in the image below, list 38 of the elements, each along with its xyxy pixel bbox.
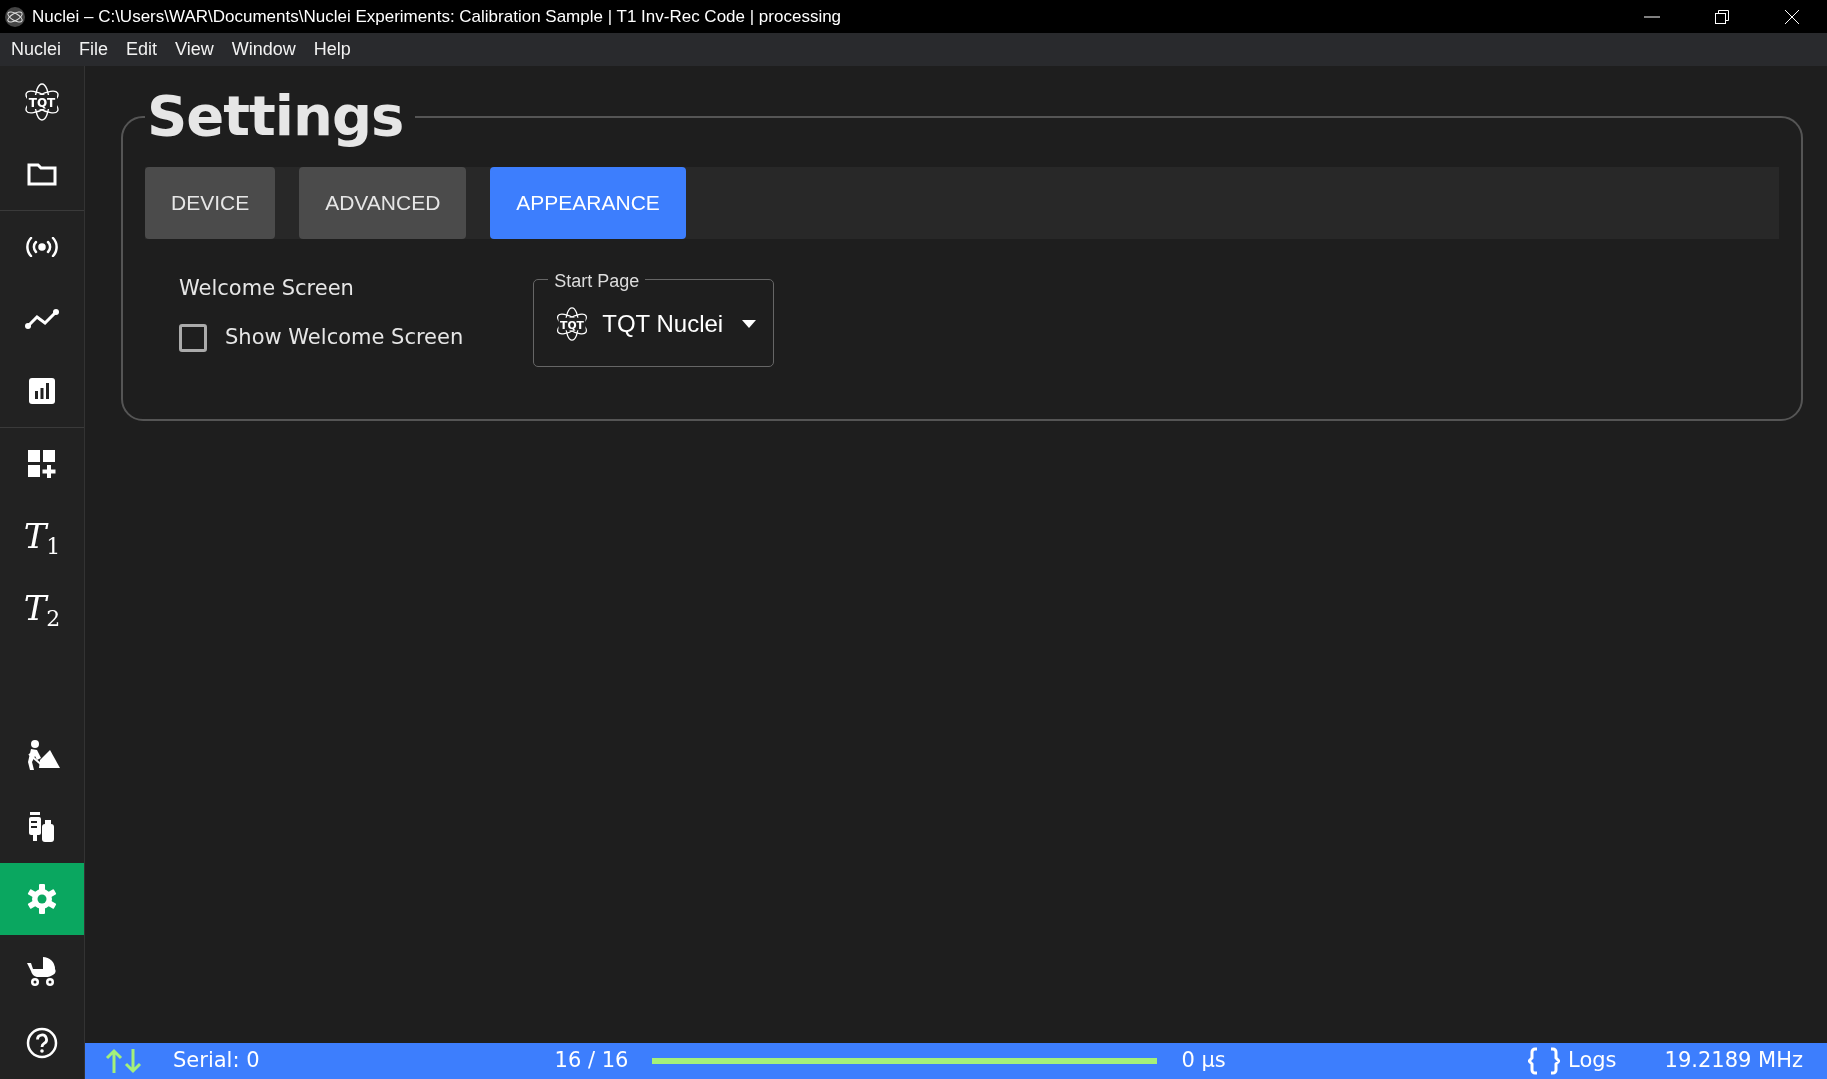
menu-item[interactable]: Edit xyxy=(117,34,167,65)
menu-item[interactable]: Nuclei xyxy=(2,34,71,65)
signal-icon xyxy=(26,237,58,257)
tab[interactable]: APPEARANCE xyxy=(490,166,686,239)
stroller-icon xyxy=(25,955,59,987)
bar-chart-icon xyxy=(28,377,56,405)
minimize-icon xyxy=(1644,15,1660,18)
menu-item[interactable]: Help xyxy=(304,34,360,65)
checkbox-label: Show Welcome Screen xyxy=(225,324,464,352)
section-heading: Welcome Screen xyxy=(179,274,355,302)
serial-status: Serial: 0 xyxy=(173,1047,260,1075)
braces-icon xyxy=(1528,1047,1561,1075)
menu-item[interactable]: Window xyxy=(222,34,305,65)
frequency-reading: 19.2189 MHz xyxy=(1664,1047,1803,1075)
sidebar-item[interactable]: T$_{2}$ xyxy=(0,572,84,644)
app-icon xyxy=(4,5,26,28)
menu-item[interactable]: File xyxy=(70,34,118,65)
bottles-icon xyxy=(27,811,57,843)
line-chart-icon xyxy=(25,308,59,330)
restore-icon xyxy=(1714,8,1730,25)
sidebar-item[interactable]: T$_{1}$ xyxy=(0,500,84,572)
checkbox[interactable] xyxy=(179,323,207,352)
help-icon xyxy=(26,1027,58,1059)
logo-button[interactable]: TQT xyxy=(0,66,84,138)
tab[interactable]: DEVICE xyxy=(145,166,276,239)
add-widget-icon xyxy=(27,449,57,479)
folder-icon xyxy=(27,162,57,186)
tab[interactable]: ADVANCED xyxy=(299,166,467,239)
menu-item[interactable]: View xyxy=(166,34,223,65)
settings-icon xyxy=(26,883,58,915)
window-title: Nuclei – C:\Users\WAR\Documents\Nuclei Experiments: Calibration Sample | T1 Inv-Rec Code | processing xyxy=(32,5,843,28)
logs-button[interactable]: Logs xyxy=(1568,1045,1617,1077)
up-down-arrows-icon xyxy=(105,1048,143,1074)
progress-count: 16 / 16 xyxy=(554,1047,629,1075)
close-icon xyxy=(1784,8,1800,25)
time-reading: 0 µs xyxy=(1181,1047,1226,1075)
caret-icon xyxy=(741,318,758,329)
selected-value: TQT Nuclei xyxy=(602,308,724,339)
